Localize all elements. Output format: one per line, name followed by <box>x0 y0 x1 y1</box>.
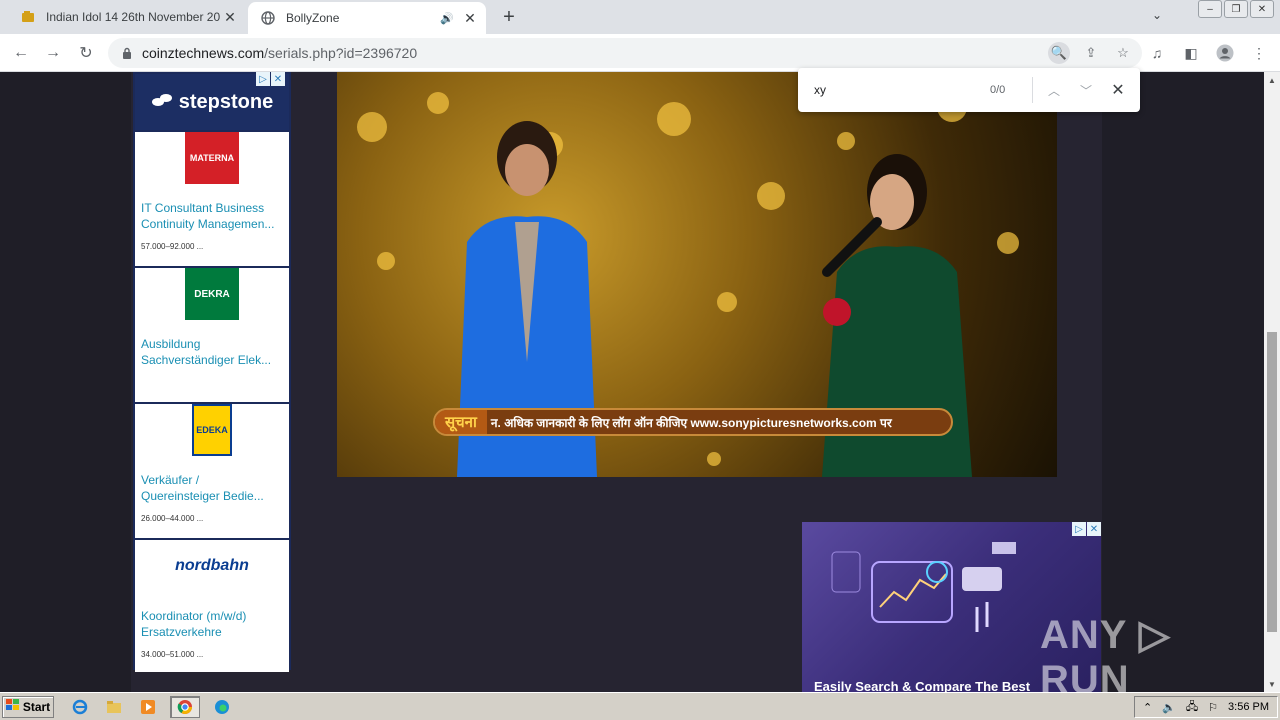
chrome-icon[interactable] <box>170 695 200 718</box>
toolbar-right: ♫ ◧ ⋮ <box>1146 42 1270 64</box>
adchoices-icon[interactable]: ▷ <box>256 72 270 86</box>
share-icon[interactable]: ⇪ <box>1080 42 1102 64</box>
start-label: Start <box>22 699 51 714</box>
job-title-line-2: Sachverständiger Elek... <box>141 353 272 367</box>
ad-job-card[interactable]: EDEKA Verkäufer / Quereinsteiger Bedie..… <box>135 404 289 538</box>
url-text: coinztechnews.com/serials.php?id=2396720 <box>142 45 417 61</box>
bookmark-star-icon[interactable]: ☆ <box>1112 42 1134 64</box>
close-icon[interactable]: ✕ <box>1087 522 1101 536</box>
find-in-page-icon[interactable]: 🔍 <box>1048 42 1070 64</box>
flag-icon[interactable]: ⚐ <box>1208 701 1218 714</box>
company-logo: DEKRA <box>185 268 239 320</box>
job-title-line-1: Koordinator (m/w/d) <box>141 609 247 623</box>
close-window-button[interactable]: ✕ <box>1250 0 1274 18</box>
page-scrollbar[interactable]: ▲ ▼ <box>1264 72 1280 692</box>
company-logo: EDEKA <box>192 404 232 456</box>
job-salary: 34.000–51.000 ... <box>141 650 204 659</box>
scroll-down-arrow-icon[interactable]: ▼ <box>1264 676 1280 692</box>
file-explorer-icon[interactable] <box>102 696 126 718</box>
browser-toolbar: ← → ↻ coinztechnews.com/serials.php?id=2… <box>0 34 1280 72</box>
company-logo: MATERNA <box>185 132 239 184</box>
ticker-text: न. अधिक जानकारी के लिए लॉग ऑन कीजिए www.… <box>490 415 892 430</box>
globe-icon <box>260 10 276 26</box>
job-salary: 26.000–44.000 ... <box>141 514 204 523</box>
address-bar[interactable]: coinztechnews.com/serials.php?id=2396720… <box>108 38 1142 68</box>
minimize-button[interactable]: – <box>1198 0 1222 18</box>
page-favicon-icon <box>20 9 36 25</box>
edge-icon[interactable] <box>210 696 234 718</box>
find-divider <box>1032 77 1033 103</box>
tab-indian-idol[interactable]: Indian Idol 14 26th November 2023 · ✕ <box>8 0 246 34</box>
job-title-line-1: Ausbildung <box>141 337 201 351</box>
find-close-icon[interactable]: ✕ <box>1107 79 1129 101</box>
ad-caption: Easily Search & Compare The Best <box>814 679 1031 692</box>
close-icon[interactable]: ✕ <box>271 72 285 86</box>
speaker-icon[interactable]: 🔊 <box>440 12 454 25</box>
tab-close-icon[interactable]: ✕ <box>220 7 240 27</box>
system-tray: ⌃ 🔈 🖧 ⚐ 3:56 PM <box>1133 696 1278 718</box>
tab-title: Indian Idol 14 26th November 2023 · <box>46 10 220 24</box>
start-button[interactable]: Start <box>2 695 54 718</box>
media-player-icon[interactable] <box>136 696 160 718</box>
left-advertisement[interactable]: stepstone MATERNA IT Consultant Business… <box>133 72 291 672</box>
tray-expand-icon[interactable]: ⌃ <box>1143 701 1152 714</box>
url-host: coinztechnews.com <box>142 45 265 61</box>
tab-title: BollyZone <box>286 11 340 25</box>
scrollbar-thumb[interactable] <box>1267 332 1277 632</box>
chevron-down-icon[interactable]: ⌄ <box>1152 8 1162 22</box>
back-arrow-icon[interactable]: ← <box>10 42 32 64</box>
ticker-label: सूचना <box>435 410 487 434</box>
tab-close-icon[interactable]: ✕ <box>460 8 480 28</box>
anyrun-watermark: ANY ▷ RUN <box>1040 613 1171 692</box>
new-tab-button[interactable]: + <box>498 6 520 28</box>
profile-avatar-icon[interactable] <box>1214 42 1236 64</box>
find-bar: xy 0/0 ︿ ﹀ ✕ <box>798 68 1140 112</box>
forward-arrow-icon[interactable]: → <box>42 42 64 64</box>
window-controls: – ❐ ✕ <box>1198 0 1274 18</box>
find-match-count: 0/0 <box>990 84 1006 96</box>
restore-button[interactable]: ❐ <box>1224 0 1248 18</box>
ad-choices[interactable]: ▷ ✕ <box>256 72 285 86</box>
windows-logo-icon <box>5 699 20 714</box>
job-title-line-1: Verkäufer / <box>141 473 200 487</box>
stepstone-logo-icon <box>151 91 173 114</box>
tab-bollyzone[interactable]: BollyZone 🔊 ✕ <box>248 2 486 34</box>
video-player[interactable]: सूचना न. अधिक जानकारी के लिए लॉग ऑन कीजि… <box>337 72 1057 477</box>
job-title-line-2: Ersatzverkehre <box>141 625 222 639</box>
find-previous-chevron-up-icon[interactable]: ︿ <box>1043 79 1065 101</box>
ad-job-card[interactable]: DEKRA Ausbildung Sachverständiger Elek..… <box>135 268 289 402</box>
tab-strip: Indian Idol 14 26th November 2023 · ✕ Bo… <box>0 0 1280 34</box>
job-title-line-2: Quereinsteiger Bedie... <box>141 489 264 503</box>
network-icon[interactable]: 🖧 <box>1186 698 1198 717</box>
media-control-icon[interactable]: ♫ <box>1146 42 1168 64</box>
job-salary: 57.000–92.000 ... <box>141 242 204 251</box>
url-path: /serials.php?id=2396720 <box>264 45 418 61</box>
news-ticker: सूचना न. अधिक जानकारी के लिए लॉग ऑन कीजि… <box>433 408 953 436</box>
clock[interactable]: 3:56 PM <box>1228 701 1269 713</box>
lock-icon[interactable] <box>120 47 134 59</box>
kebab-menu-icon[interactable]: ⋮ <box>1248 42 1270 64</box>
internet-explorer-icon[interactable] <box>68 696 92 718</box>
reload-icon[interactable]: ↻ <box>75 42 97 64</box>
ad-job-card[interactable]: MATERNA IT Consultant Business Continuit… <box>135 132 289 266</box>
find-input[interactable]: xy <box>814 83 984 97</box>
omnibox-actions: 🔍 ⇪ ☆ <box>1048 42 1134 64</box>
find-next-chevron-down-icon[interactable]: ﹀ <box>1075 79 1097 101</box>
page-viewport: सूचना न. अधिक जानकारी के लिए लॉग ऑन कीजि… <box>0 72 1264 692</box>
scroll-up-arrow-icon[interactable]: ▲ <box>1264 72 1280 88</box>
job-title-line-1: IT Consultant Business <box>141 201 265 215</box>
ad-job-card[interactable]: nordbahn Koordinator (m/w/d) Ersatzverke… <box>135 540 289 672</box>
side-panel-icon[interactable]: ◧ <box>1180 42 1202 64</box>
windows-taskbar: Start ⌃ 🔈 🖧 ⚐ 3:56 PM <box>0 692 1280 720</box>
volume-icon[interactable]: 🔈 <box>1162 701 1176 714</box>
ad-choices[interactable]: ▷ ✕ <box>1072 522 1101 536</box>
job-title-line-2: Continuity Managemen... <box>141 217 275 231</box>
adchoices-icon[interactable]: ▷ <box>1072 522 1086 536</box>
ad-brand-name: stepstone <box>178 90 274 113</box>
company-logo: nordbahn <box>175 557 249 574</box>
